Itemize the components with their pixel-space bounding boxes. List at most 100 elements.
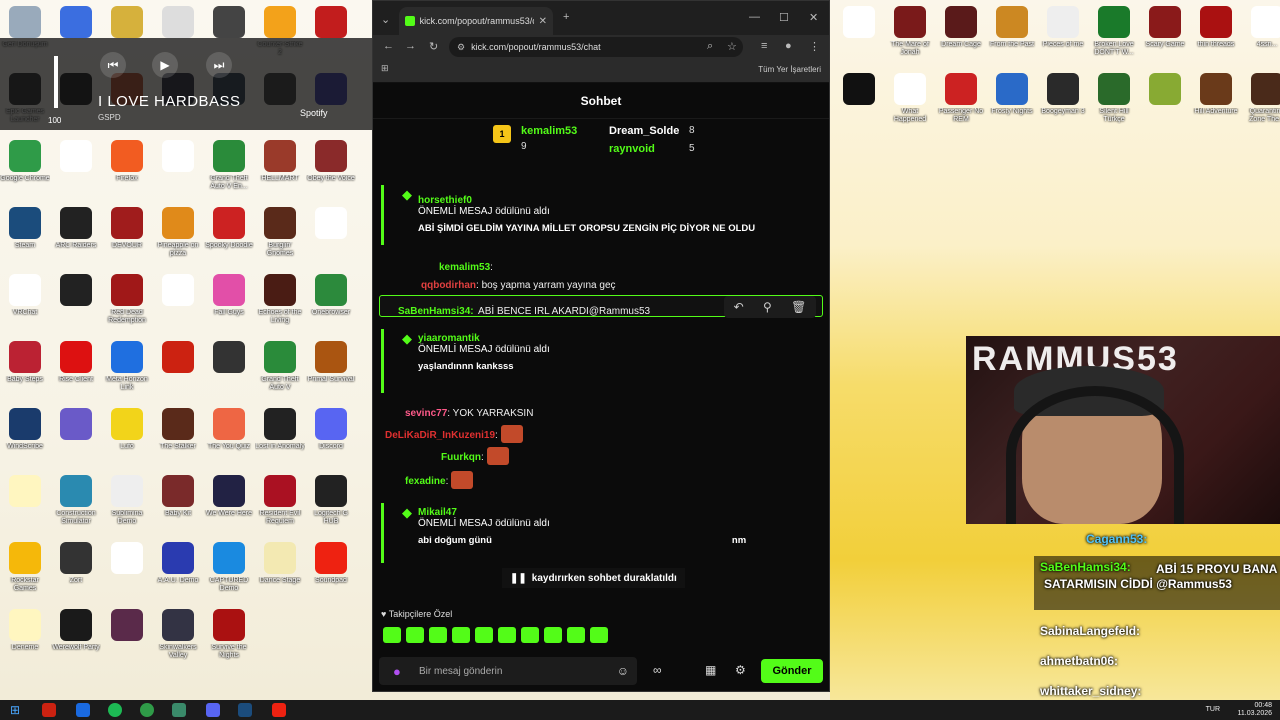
desktop-shortcut[interactable]: DEVOUR: [104, 207, 150, 269]
store-icon[interactable]: ▦: [705, 663, 716, 677]
emote-icon[interactable]: [475, 627, 493, 643]
leader-name[interactable]: kemalim53: [521, 125, 577, 137]
taskbar-app-icon[interactable]: [42, 703, 56, 717]
close-window-icon[interactable]: ✕: [809, 11, 818, 24]
desktop-shortcut[interactable]: Pineapple on pizza: [155, 207, 201, 269]
desktop-shortcut[interactable]: Dream Cage: [938, 6, 984, 68]
desktop-shortcut[interactable]: Frosty Nights: [989, 73, 1035, 135]
desktop-shortcut[interactable]: VRChat: [2, 274, 48, 336]
leader-name[interactable]: Dream_Solde: [609, 125, 679, 137]
desktop-shortcut[interactable]: Onebrowser: [308, 274, 354, 336]
chat-username[interactable]: sevinc77: [405, 408, 447, 419]
desktop-shortcut[interactable]: Lufo: [104, 408, 150, 470]
desktop-shortcut[interactable]: [1142, 73, 1188, 135]
emote-icon[interactable]: [498, 627, 516, 643]
maximize-icon[interactable]: ☐: [779, 11, 789, 24]
chat-username[interactable]: yiaaromantik: [418, 333, 817, 344]
desktop-shortcut[interactable]: [104, 542, 150, 604]
desktop-shortcut[interactable]: Sublimina Demo: [104, 475, 150, 537]
desktop-shortcut[interactable]: Werewolf Party: [52, 609, 100, 671]
desktop-shortcut[interactable]: [155, 140, 201, 202]
desktop-shortcut[interactable]: The Mare of Jonah: [887, 6, 933, 68]
desktop-shortcut[interactable]: [53, 408, 99, 470]
message-input[interactable]: ● Bir mesaj gönderin ☺: [379, 657, 637, 685]
emote-icon[interactable]: [521, 627, 539, 643]
settings-icon[interactable]: ⚙: [735, 663, 746, 677]
pin-icon[interactable]: ⚲: [763, 300, 772, 314]
desktop-shortcut[interactable]: [53, 274, 99, 336]
bookmark-star-icon[interactable]: ☆: [727, 40, 737, 53]
chat-username[interactable]: qqbodirhan: [421, 280, 476, 291]
chat-username[interactable]: horsethief0: [418, 195, 817, 206]
new-tab-icon[interactable]: +: [563, 11, 569, 23]
desktop-shortcut[interactable]: Discord: [308, 408, 354, 470]
tab-search-icon[interactable]: ⌄: [381, 13, 390, 26]
desktop-shortcut[interactable]: Dance Stage: [257, 542, 303, 604]
desktop-shortcut[interactable]: [308, 207, 354, 269]
desktop-shortcut[interactable]: The Stalker: [155, 408, 201, 470]
desktop-shortcut[interactable]: [206, 341, 252, 403]
desktop-shortcut[interactable]: thin threads: [1193, 6, 1239, 68]
desktop-shortcut[interactable]: [53, 140, 99, 202]
emote-icon[interactable]: [406, 627, 424, 643]
desktop-shortcut[interactable]: Steam: [2, 207, 48, 269]
desktop-shortcut[interactable]: HELLMART: [257, 140, 303, 202]
emoji-icon[interactable]: ☺: [617, 664, 629, 678]
emote-icon[interactable]: [429, 627, 447, 643]
menu-icon[interactable]: ⋮: [809, 40, 820, 53]
url-field[interactable]: ⚙ kick.com/popout/rammus53/chat: [449, 37, 743, 57]
desktop-shortcut[interactable]: Pieces of me: [1040, 6, 1086, 68]
spotify-icon[interactable]: [108, 703, 122, 717]
desktop-shortcut[interactable]: From the Past: [989, 6, 1035, 68]
desktop-shortcut[interactable]: Skinwalkers Valley: [155, 609, 201, 671]
desktop-shortcut[interactable]: Obey the Voice: [307, 140, 355, 202]
emote-icon[interactable]: [590, 627, 608, 643]
play-icon[interactable]: ▶: [152, 52, 178, 78]
emote-icon[interactable]: [544, 627, 562, 643]
desktop-shortcut[interactable]: Broken Love DONT'T W...: [1091, 6, 1137, 68]
language-indicator[interactable]: TUR: [1206, 706, 1220, 713]
minimize-icon[interactable]: —: [749, 11, 760, 23]
send-button[interactable]: Gönder: [761, 659, 823, 683]
volume-bar[interactable]: [54, 56, 58, 108]
chat-username[interactable]: SaBenHamsi34:: [398, 306, 474, 317]
desktop-shortcut[interactable]: Deneme: [2, 609, 48, 671]
all-bookmarks[interactable]: Tüm Yer İşaretleri: [758, 65, 821, 74]
desktop-shortcut[interactable]: [836, 73, 882, 135]
desktop-shortcut[interactable]: [836, 6, 882, 68]
chat-paused-banner[interactable]: ❚❚ kaydırırken sohbet duraklatıldı: [502, 568, 685, 588]
desktop-shortcut[interactable]: Red Dead Redemption: [104, 274, 150, 336]
chat-messages[interactable]: ◆ horsethief0 ÖNEMLİ MESAJ ödülünü aldı …: [373, 185, 829, 605]
desktop-shortcut[interactable]: Baby Steps: [2, 341, 48, 403]
desktop-shortcut[interactable]: Logitech G HUB: [308, 475, 354, 537]
forward-icon[interactable]: →: [405, 40, 416, 52]
desktop-shortcut[interactable]: 4ssn...: [1244, 6, 1280, 68]
clock[interactable]: 00:48 11.03.2026: [1237, 702, 1272, 718]
desktop-shortcut[interactable]: A.A.U. Demo: [155, 542, 201, 604]
emote-icon[interactable]: [452, 627, 470, 643]
soundpad-icon[interactable]: [272, 703, 286, 717]
desktop-shortcut[interactable]: Burglin' Gnomes: [257, 207, 303, 269]
desktop-shortcut[interactable]: Hill Adventure: [1193, 73, 1239, 135]
desktop-shortcut[interactable]: [155, 274, 201, 336]
chat-username[interactable]: Mikail47: [418, 507, 817, 518]
discord-icon[interactable]: [206, 703, 220, 717]
close-tab-icon[interactable]: ✕: [539, 16, 547, 27]
desktop-shortcut[interactable]: Rise Client: [53, 341, 99, 403]
desktop-shortcut[interactable]: Resident Evil Requiem: [257, 475, 303, 537]
site-info-icon[interactable]: ⚙: [457, 42, 465, 53]
reload-icon[interactable]: ↻: [429, 40, 438, 53]
steam-icon[interactable]: [238, 703, 252, 717]
next-track-icon[interactable]: ⏭: [206, 52, 232, 78]
desktop-shortcut[interactable]: Scary Game: [1142, 6, 1188, 68]
desktop-shortcut[interactable]: Quarantine Zone The...: [1244, 73, 1280, 135]
start-icon[interactable]: ⊞: [10, 703, 24, 717]
back-icon[interactable]: ←: [383, 40, 394, 52]
desktop-shortcut[interactable]: [2, 475, 48, 537]
apps-icon[interactable]: ⊞: [381, 63, 389, 74]
chrome-icon[interactable]: [140, 703, 154, 717]
desktop-shortcut[interactable]: Google Chrome: [0, 140, 50, 202]
desktop-shortcut[interactable]: Fall Guys: [206, 274, 252, 336]
zoom-icon[interactable]: ⌕: [707, 40, 713, 53]
desktop-shortcut[interactable]: Zort: [53, 542, 99, 604]
